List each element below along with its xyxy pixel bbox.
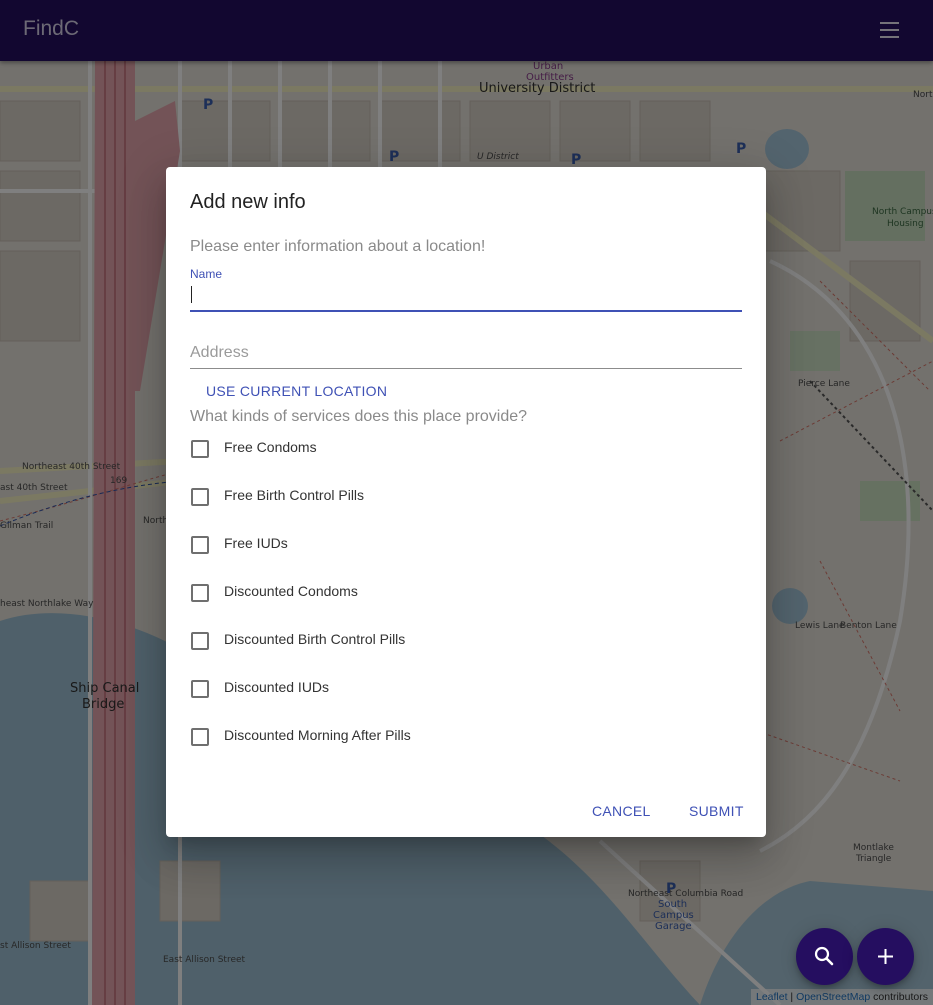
checkbox[interactable]	[191, 584, 209, 602]
service-label: Discounted Condoms	[224, 583, 358, 599]
name-underline	[190, 310, 742, 312]
checkbox[interactable]	[191, 488, 209, 506]
address-placeholder: Address	[190, 344, 249, 361]
checkbox[interactable]	[191, 728, 209, 746]
text-caret	[191, 286, 192, 303]
service-label: Discounted IUDs	[224, 679, 330, 695]
checkbox[interactable]	[191, 440, 209, 458]
add-fab-button[interactable]	[857, 928, 914, 985]
service-label: Free Birth Control Pills	[224, 487, 365, 503]
add-info-dialog: Add new info Please enter information ab…	[166, 167, 766, 837]
use-current-location-button[interactable]: USE CURRENT LOCATION	[206, 383, 387, 399]
name-field[interactable]: Name	[190, 266, 742, 312]
services-question: What kinds of services does this place p…	[190, 408, 528, 425]
service-label: Discounted Morning After Pills	[224, 727, 411, 743]
checkbox[interactable]	[191, 680, 209, 698]
add-icon	[878, 949, 893, 964]
name-label: Name	[190, 267, 223, 281]
search-fab-button[interactable]	[796, 928, 853, 985]
dialog-description: Please enter information about a locatio…	[190, 238, 486, 255]
service-label: Free IUDs	[224, 535, 288, 551]
dialog-title: Add new info	[190, 191, 306, 213]
address-field[interactable]: Address	[190, 337, 742, 369]
search-icon	[814, 946, 834, 966]
submit-button[interactable]: SUBMIT	[689, 803, 744, 819]
cancel-button[interactable]: CANCEL	[592, 803, 651, 819]
service-label: Free Condoms	[224, 439, 317, 455]
checkbox[interactable]	[191, 536, 209, 554]
checkbox[interactable]	[191, 632, 209, 650]
address-underline	[190, 368, 742, 369]
service-label: Discounted Birth Control Pills	[224, 631, 406, 647]
